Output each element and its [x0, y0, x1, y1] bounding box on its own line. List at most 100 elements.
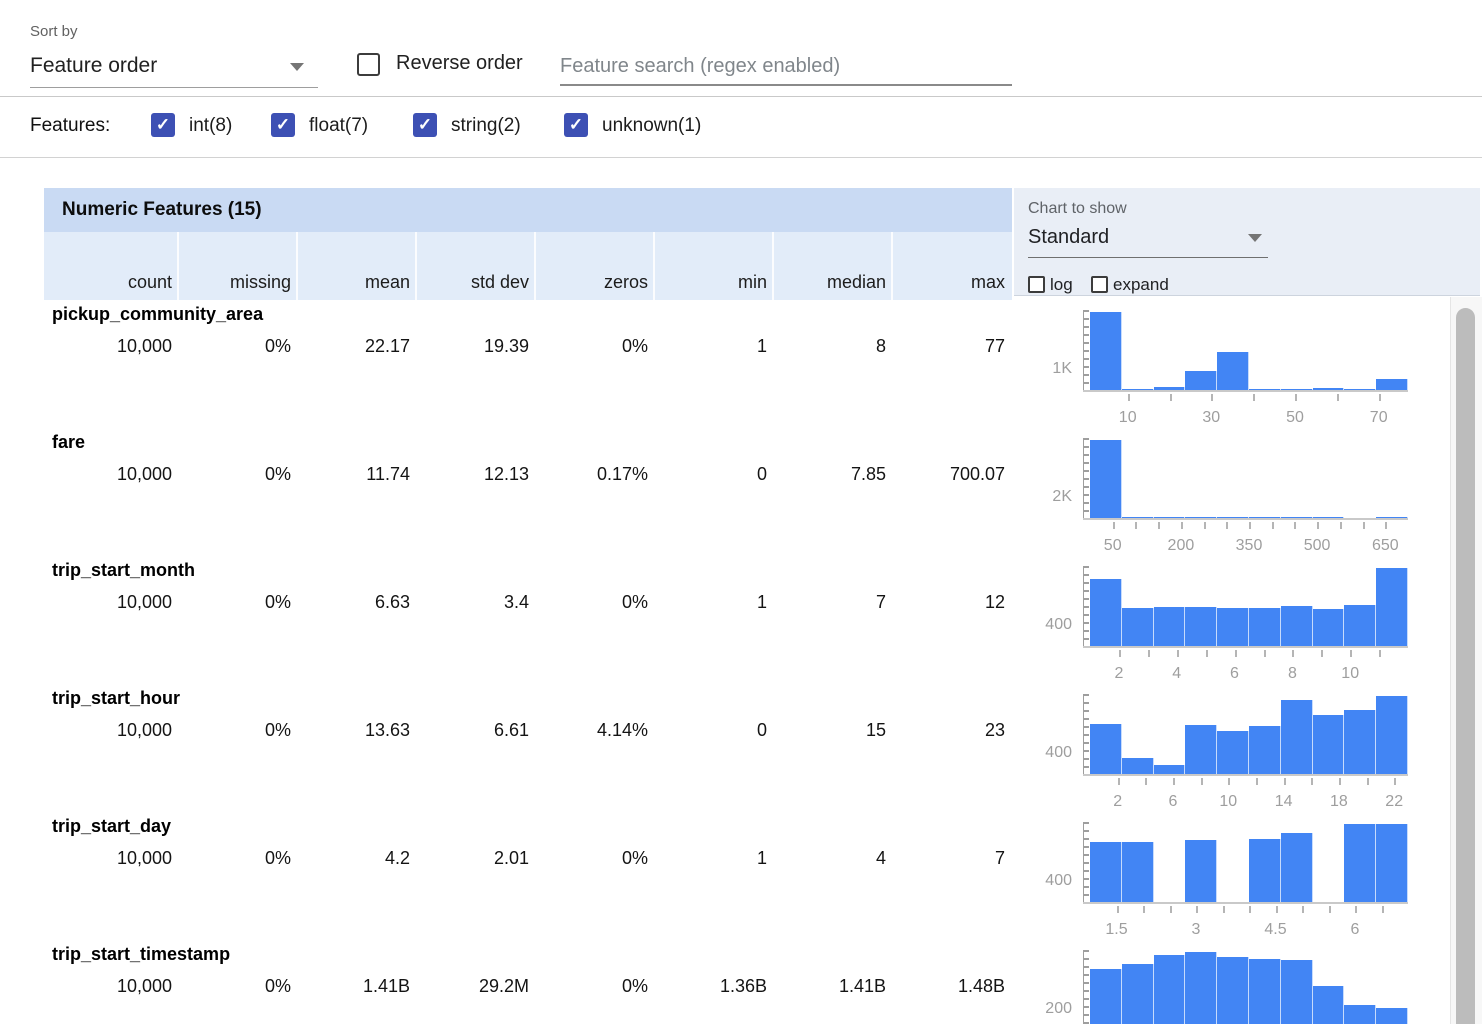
y-axis-tick [1084, 502, 1089, 504]
histogram: 400 246810 [1014, 556, 1452, 684]
y-axis-tick [1084, 894, 1089, 896]
search-input[interactable] [560, 48, 1012, 86]
y-axis-tick [1084, 734, 1089, 736]
x-axis-tick [1249, 906, 1251, 913]
stat-median: 7.85 [772, 464, 891, 485]
histogram-bar [1185, 371, 1217, 390]
y-axis-label: 1K [1014, 360, 1072, 378]
histogram-bar [1122, 758, 1154, 774]
histogram-bar [1122, 517, 1154, 518]
x-tick-label: 4 [1172, 665, 1181, 683]
x-axis-line [1083, 902, 1408, 904]
histogram-bar [1281, 606, 1313, 646]
x-axis-tick [1148, 650, 1150, 657]
feature-stats: 10,0000%13.636.614.14%01523 [44, 720, 1010, 741]
stat-count: 10,000 [44, 592, 177, 613]
histogram: 1K 10305070 [1014, 300, 1452, 428]
stat-std-dev: 29.2M [415, 976, 534, 997]
table-title: Numeric Features (15) [44, 188, 1012, 232]
chart-type-select[interactable]: Standard [1028, 222, 1268, 258]
histogram-bar [1090, 579, 1122, 646]
y-axis-tick [1084, 1006, 1089, 1008]
y-axis-tick [1084, 358, 1089, 360]
x-axis-tick [1113, 522, 1115, 529]
chart-to-show-label: Chart to show [1028, 200, 1127, 218]
x-axis-tick [1321, 650, 1323, 657]
x-axis-tick [1204, 522, 1206, 529]
y-axis-tick [1084, 614, 1089, 616]
y-axis-tick [1084, 838, 1089, 840]
histogram-bar [1249, 389, 1281, 390]
y-axis-tick [1084, 454, 1089, 456]
histogram-bar [1376, 824, 1408, 902]
facets-overview: Sort by Feature order Reverse order Feat… [0, 0, 1482, 1024]
filter-float-checkbox[interactable]: ✓ [271, 113, 295, 137]
filter-int-label: int(8) [189, 115, 232, 137]
x-axis-tick [1337, 394, 1339, 401]
scrollbar-track[interactable] [1450, 297, 1482, 1024]
sort-by-label: Sort by [30, 23, 78, 40]
histogram-bar [1249, 726, 1281, 774]
x-tick-label: 70 [1370, 409, 1388, 427]
filter-int-checkbox[interactable]: ✓ [151, 113, 175, 137]
y-axis-tick [1084, 590, 1089, 592]
y-axis-label: 2K [1014, 488, 1072, 506]
scrollbar-thumb[interactable] [1456, 308, 1475, 1024]
histogram-bar [1090, 440, 1122, 518]
x-tick-label: 3 [1192, 921, 1201, 939]
x-axis-tick [1382, 906, 1384, 913]
x-axis-tick [1292, 650, 1294, 657]
y-axis-tick [1084, 710, 1089, 712]
x-axis-tick [1223, 906, 1225, 913]
feature-name: fare [52, 432, 85, 453]
x-tick-label: 4.5 [1264, 921, 1286, 939]
feature-row: trip_start_month 10,0000%6.633.40%1712 4… [0, 556, 1482, 684]
x-axis-tick [1143, 906, 1145, 913]
filter-unknown-label: unknown(1) [602, 115, 701, 137]
histogram-bar [1122, 964, 1154, 1024]
x-axis-tick [1158, 522, 1160, 529]
y-axis-tick [1084, 630, 1089, 632]
histogram-bar [1154, 387, 1186, 390]
log-checkbox[interactable] [1028, 276, 1045, 293]
stat-max: 1.48B [891, 976, 1010, 997]
expand-checkbox[interactable] [1091, 276, 1108, 293]
stat-zeros: 0% [534, 336, 653, 357]
stat-max: 77 [891, 336, 1010, 357]
stat-median: 7 [772, 592, 891, 613]
stat-zeros: 0% [534, 976, 653, 997]
y-axis-tick [1084, 366, 1089, 368]
x-tick-label: 14 [1275, 793, 1293, 811]
stat-mean: 6.63 [296, 592, 415, 613]
x-tick-label: 2 [1113, 793, 1122, 811]
x-axis-tick [1196, 906, 1198, 913]
histogram-bar [1281, 700, 1313, 774]
histogram: 200 [1014, 940, 1452, 1024]
stat-missing: 0% [177, 720, 296, 741]
y-axis-tick [1084, 822, 1089, 824]
column-header-count: count [44, 232, 177, 300]
y-axis-ruler [1083, 822, 1090, 902]
y-axis-tick [1084, 574, 1089, 576]
x-tick-label: 22 [1385, 793, 1403, 811]
histogram-bar [1122, 389, 1154, 390]
features-filter-bar: Features: ✓ int(8) ✓ float(7) ✓ string(2… [0, 98, 1482, 158]
toolbar: Sort by Feature order Reverse order [0, 0, 1482, 97]
stat-median: 15 [772, 720, 891, 741]
plot [1090, 438, 1408, 518]
x-tick-label: 6 [1230, 665, 1239, 683]
histogram-bar [1281, 517, 1313, 518]
feature-name: trip_start_hour [52, 688, 180, 709]
reverse-order-checkbox[interactable] [357, 53, 380, 76]
histogram: 400 1.534.56 [1014, 812, 1452, 940]
filter-string-checkbox[interactable]: ✓ [413, 113, 437, 137]
sort-by-select[interactable]: Feature order [30, 50, 318, 88]
stat-median: 4 [772, 848, 891, 869]
x-axis-tick [1173, 778, 1175, 785]
histogram-bar [1154, 607, 1186, 646]
y-axis-tick [1084, 1014, 1089, 1016]
histogram-bar [1313, 517, 1345, 518]
filter-unknown-checkbox[interactable]: ✓ [564, 113, 588, 137]
stat-median: 8 [772, 336, 891, 357]
reverse-order-label: Reverse order [396, 52, 523, 75]
